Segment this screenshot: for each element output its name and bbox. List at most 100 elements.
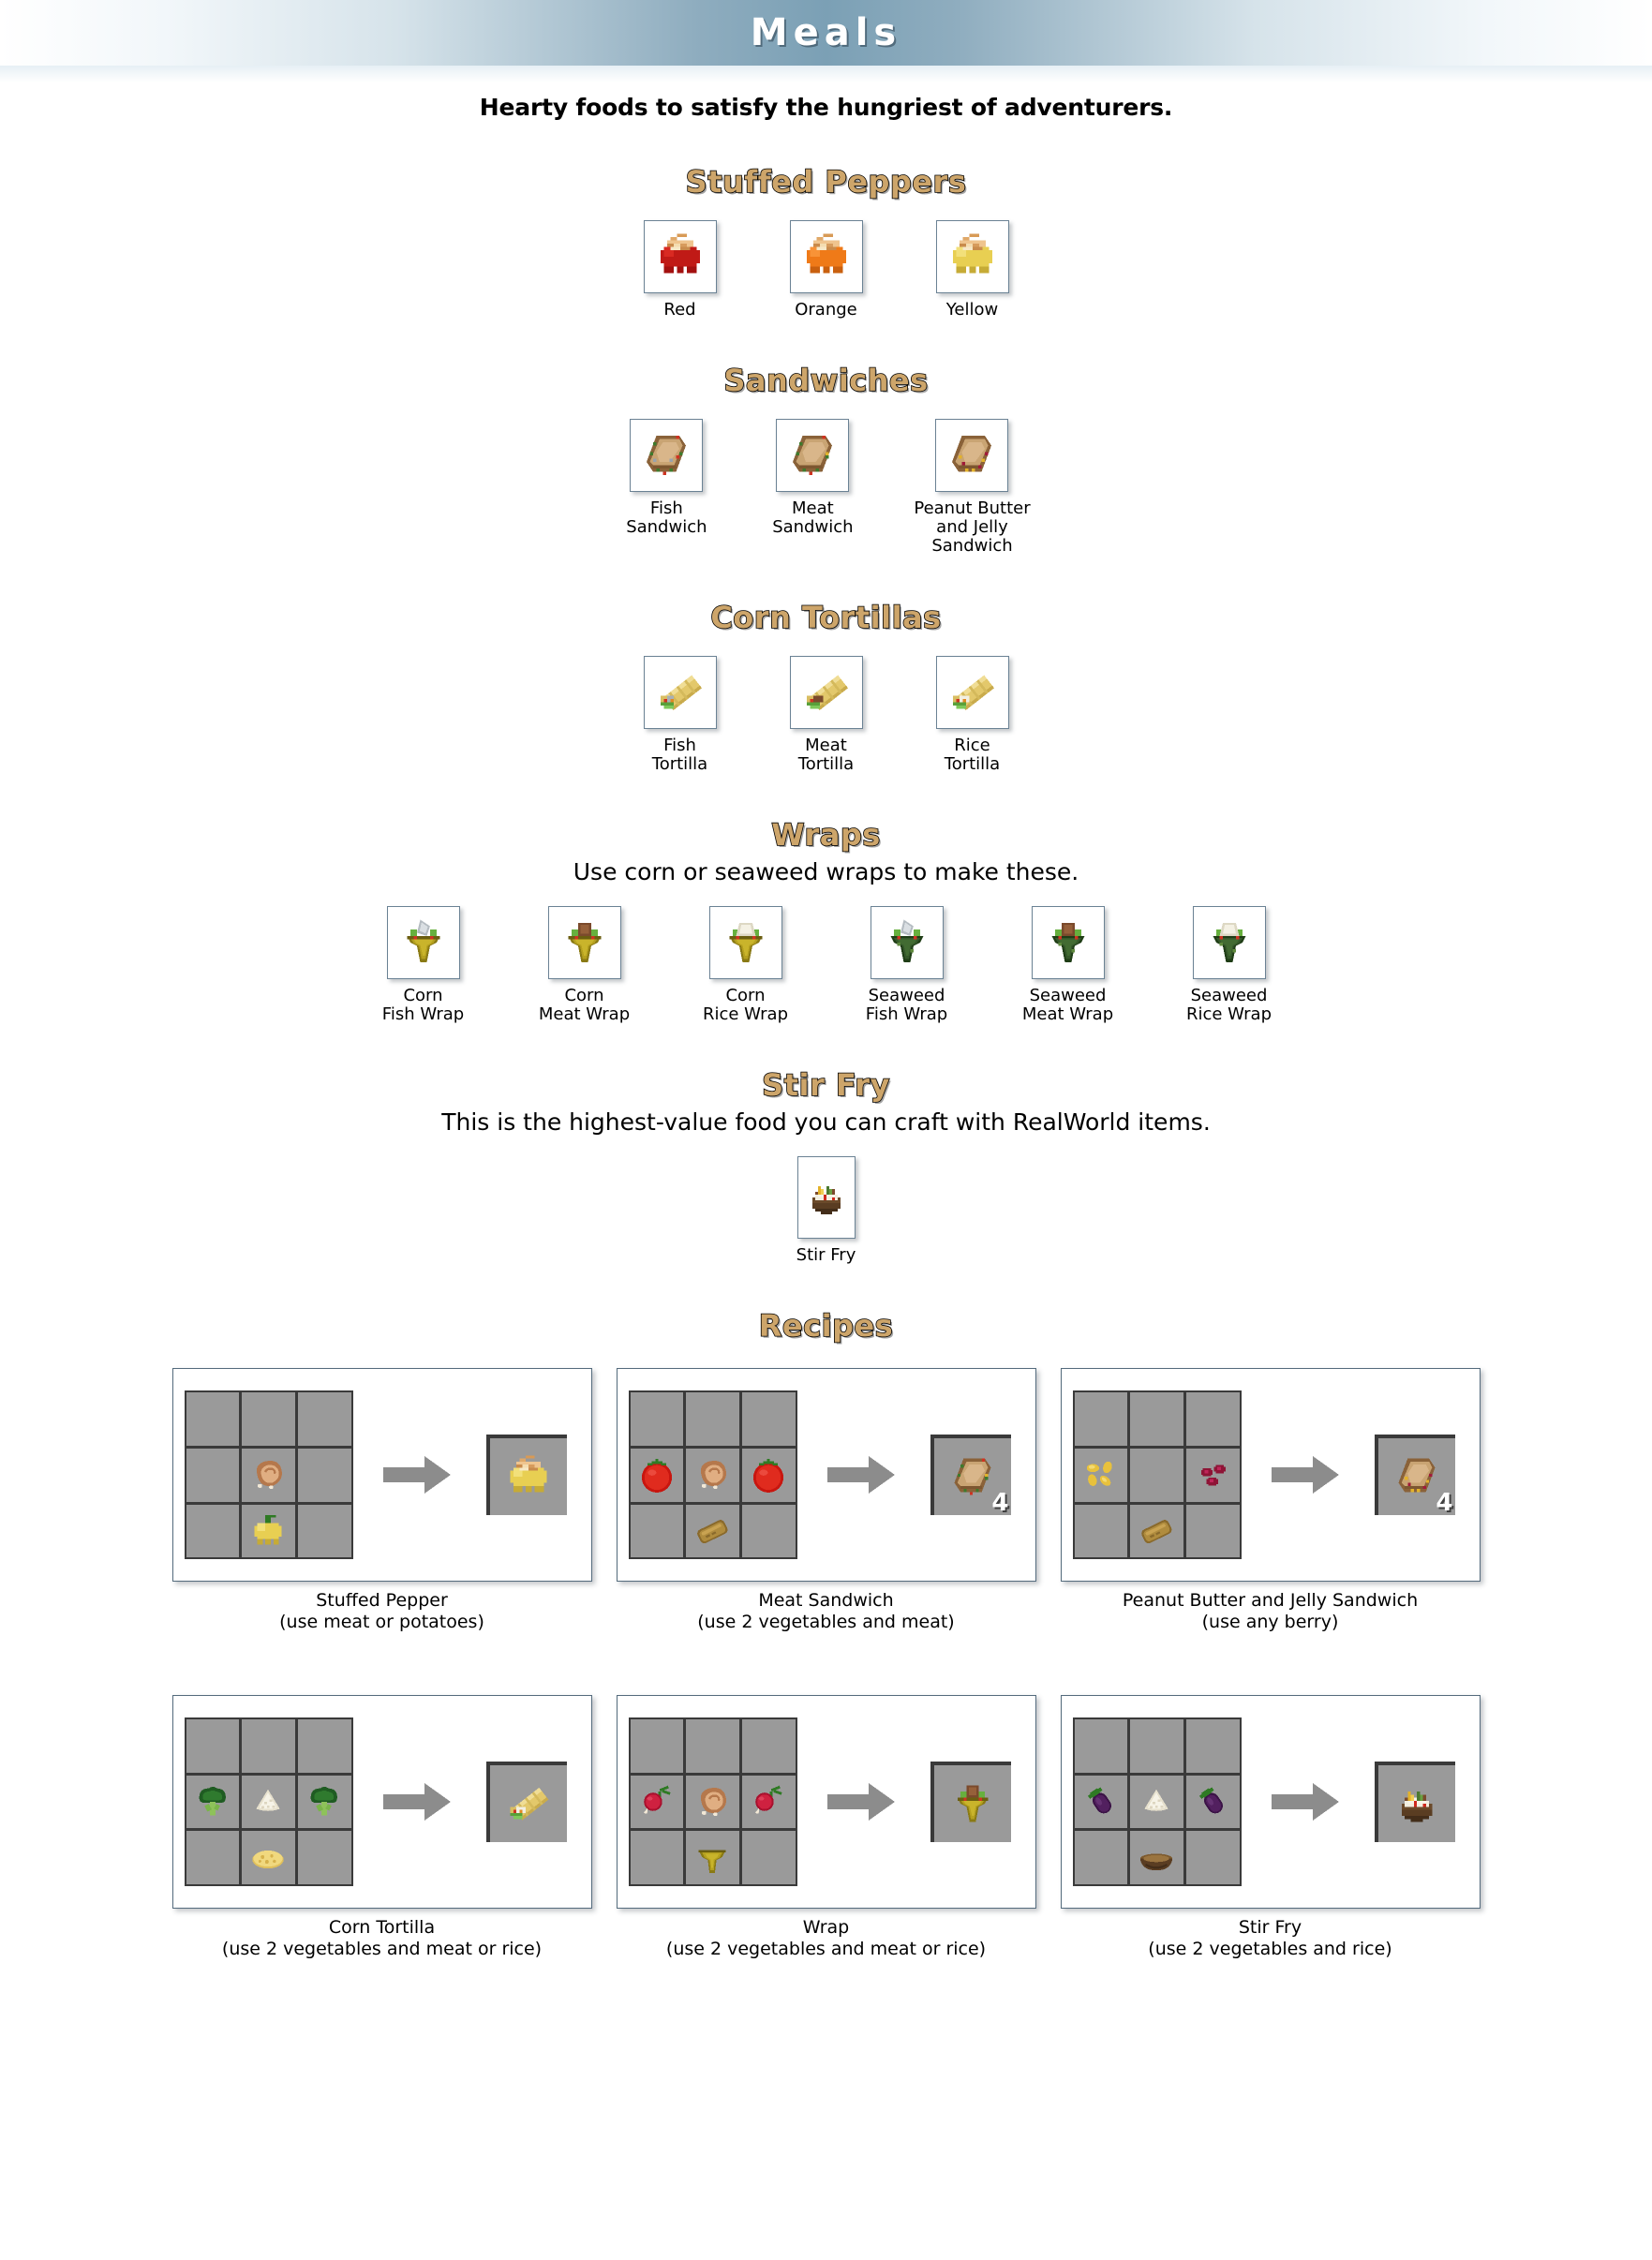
item-slot[interactable] [643, 220, 717, 293]
grid-cell[interactable] [1130, 1831, 1183, 1884]
recipe-row-2: Corn Tortilla (use 2 vegetables and meat… [0, 1695, 1652, 1960]
recipe-result-slot[interactable] [1374, 1762, 1455, 1842]
grid-cell[interactable] [1130, 1719, 1183, 1773]
item-slot[interactable] [630, 419, 704, 493]
grid-cell[interactable] [1074, 1392, 1128, 1447]
item-row: Red Orange Yellow [0, 220, 1652, 320]
grid-cell[interactable] [686, 1449, 739, 1502]
grid-cell[interactable] [1185, 1392, 1240, 1447]
item-card[interactable]: Meat Sandwich [767, 419, 857, 537]
item-card[interactable]: Corn Meat Wrap [525, 905, 645, 1024]
item-slot[interactable] [935, 655, 1009, 729]
item-card[interactable]: Rice Tortilla [928, 655, 1018, 774]
item-slot[interactable] [935, 419, 1009, 493]
item-card[interactable]: Yellow [928, 220, 1018, 320]
grid-cell[interactable] [741, 1775, 796, 1829]
grid-cell[interactable] [630, 1504, 684, 1558]
item-slot[interactable] [789, 655, 863, 729]
recipe-result-slot[interactable]: 4 [1374, 1435, 1455, 1516]
recipe-result-slot[interactable] [930, 1762, 1011, 1842]
grid-cell[interactable] [186, 1392, 240, 1447]
grid-cell[interactable] [1185, 1449, 1240, 1502]
recipe-result-slot[interactable] [485, 1762, 567, 1842]
grid-cell[interactable] [1074, 1449, 1128, 1502]
item-slot[interactable] [1192, 905, 1266, 979]
grid-cell[interactable] [186, 1449, 240, 1502]
grid-cell[interactable] [1185, 1719, 1240, 1773]
recipe-card[interactable]: Corn Tortilla (use 2 vegetables and meat… [171, 1695, 592, 1960]
recipe-card[interactable]: Stir Fry (use 2 vegetables and rice) [1060, 1695, 1481, 1960]
grid-cell[interactable] [242, 1392, 295, 1447]
grid-cell[interactable] [1074, 1831, 1128, 1884]
grid-cell[interactable] [1074, 1504, 1128, 1558]
grid-cell[interactable] [741, 1831, 796, 1884]
item-card[interactable]: Peanut Butter and Jelly Sandwich [914, 419, 1031, 556]
grid-cell[interactable] [686, 1392, 739, 1447]
grid-cell[interactable] [686, 1775, 739, 1829]
grid-cell[interactable] [297, 1775, 351, 1829]
grid-cell[interactable] [741, 1719, 796, 1773]
grid-cell[interactable] [242, 1775, 295, 1829]
grid-cell[interactable] [186, 1719, 240, 1773]
grid-cell[interactable] [297, 1719, 351, 1773]
item-slot[interactable] [643, 655, 717, 729]
grid-cell[interactable] [630, 1392, 684, 1447]
grid-cell[interactable] [630, 1719, 684, 1773]
grid-cell[interactable] [1130, 1392, 1183, 1447]
grid-cell[interactable] [297, 1392, 351, 1447]
grid-cell[interactable] [686, 1831, 739, 1884]
recipe-result-slot[interactable] [485, 1435, 567, 1516]
item-card[interactable]: Seaweed Rice Wrap [1169, 905, 1289, 1024]
item-slot[interactable] [1031, 905, 1105, 979]
grid-cell[interactable] [741, 1392, 796, 1447]
recipe-card[interactable]: 4 Peanut Butter and Jelly Sandwich (use … [1060, 1368, 1481, 1633]
item-card[interactable]: Stir Fry [781, 1156, 871, 1265]
grid-cell[interactable] [1130, 1775, 1183, 1829]
item-card[interactable]: Meat Tortilla [781, 655, 871, 774]
grid-cell[interactable] [1074, 1719, 1128, 1773]
recipe-card[interactable]: Stuffed Pepper (use meat or potatoes) [171, 1368, 592, 1633]
grid-cell[interactable] [741, 1449, 796, 1502]
item-slot[interactable] [547, 905, 621, 979]
item-card[interactable]: Red [635, 220, 725, 320]
grid-cell[interactable] [1185, 1775, 1240, 1829]
item-slot[interactable] [789, 220, 863, 293]
item-card[interactable]: Seaweed Fish Wrap [847, 905, 967, 1024]
item-slot[interactable] [870, 905, 944, 979]
item-slot[interactable] [776, 419, 850, 493]
grid-cell[interactable] [686, 1504, 739, 1558]
grid-cell[interactable] [186, 1775, 240, 1829]
grid-cell[interactable] [741, 1504, 796, 1558]
item-card[interactable]: Fish Sandwich [621, 419, 711, 537]
recipe-result-slot[interactable]: 4 [930, 1435, 1011, 1516]
grid-cell[interactable] [1074, 1775, 1128, 1829]
item-card[interactable]: Seaweed Meat Wrap [1008, 905, 1128, 1024]
grid-cell[interactable] [630, 1775, 684, 1829]
grid-cell[interactable] [186, 1831, 240, 1884]
item-card[interactable]: Fish Tortilla [635, 655, 725, 774]
grid-cell[interactable] [1130, 1449, 1183, 1502]
recipe-card[interactable]: Wrap (use 2 vegetables and meat or rice) [616, 1695, 1036, 1960]
item-slot[interactable] [386, 905, 460, 979]
item-card[interactable]: Corn Rice Wrap [686, 905, 806, 1024]
grid-cell[interactable] [242, 1504, 295, 1558]
item-slot[interactable] [708, 905, 782, 979]
grid-cell[interactable] [630, 1831, 684, 1884]
grid-cell[interactable] [1185, 1504, 1240, 1558]
grid-cell[interactable] [630, 1449, 684, 1502]
grid-cell[interactable] [242, 1719, 295, 1773]
item-card[interactable]: Orange [781, 220, 871, 320]
recipe-card[interactable]: 4 Meat Sandwich (use 2 vegetables and me… [616, 1368, 1036, 1633]
item-slot[interactable] [935, 220, 1009, 293]
grid-cell[interactable] [1130, 1504, 1183, 1558]
grid-cell[interactable] [1185, 1831, 1240, 1884]
grid-cell[interactable] [186, 1504, 240, 1558]
item-slot[interactable] [796, 1156, 856, 1240]
grid-cell[interactable] [297, 1504, 351, 1558]
grid-cell[interactable] [297, 1449, 351, 1502]
grid-cell[interactable] [297, 1831, 351, 1884]
grid-cell[interactable] [242, 1449, 295, 1502]
grid-cell[interactable] [242, 1831, 295, 1884]
grid-cell[interactable] [686, 1719, 739, 1773]
item-card[interactable]: Corn Fish Wrap [364, 905, 484, 1024]
